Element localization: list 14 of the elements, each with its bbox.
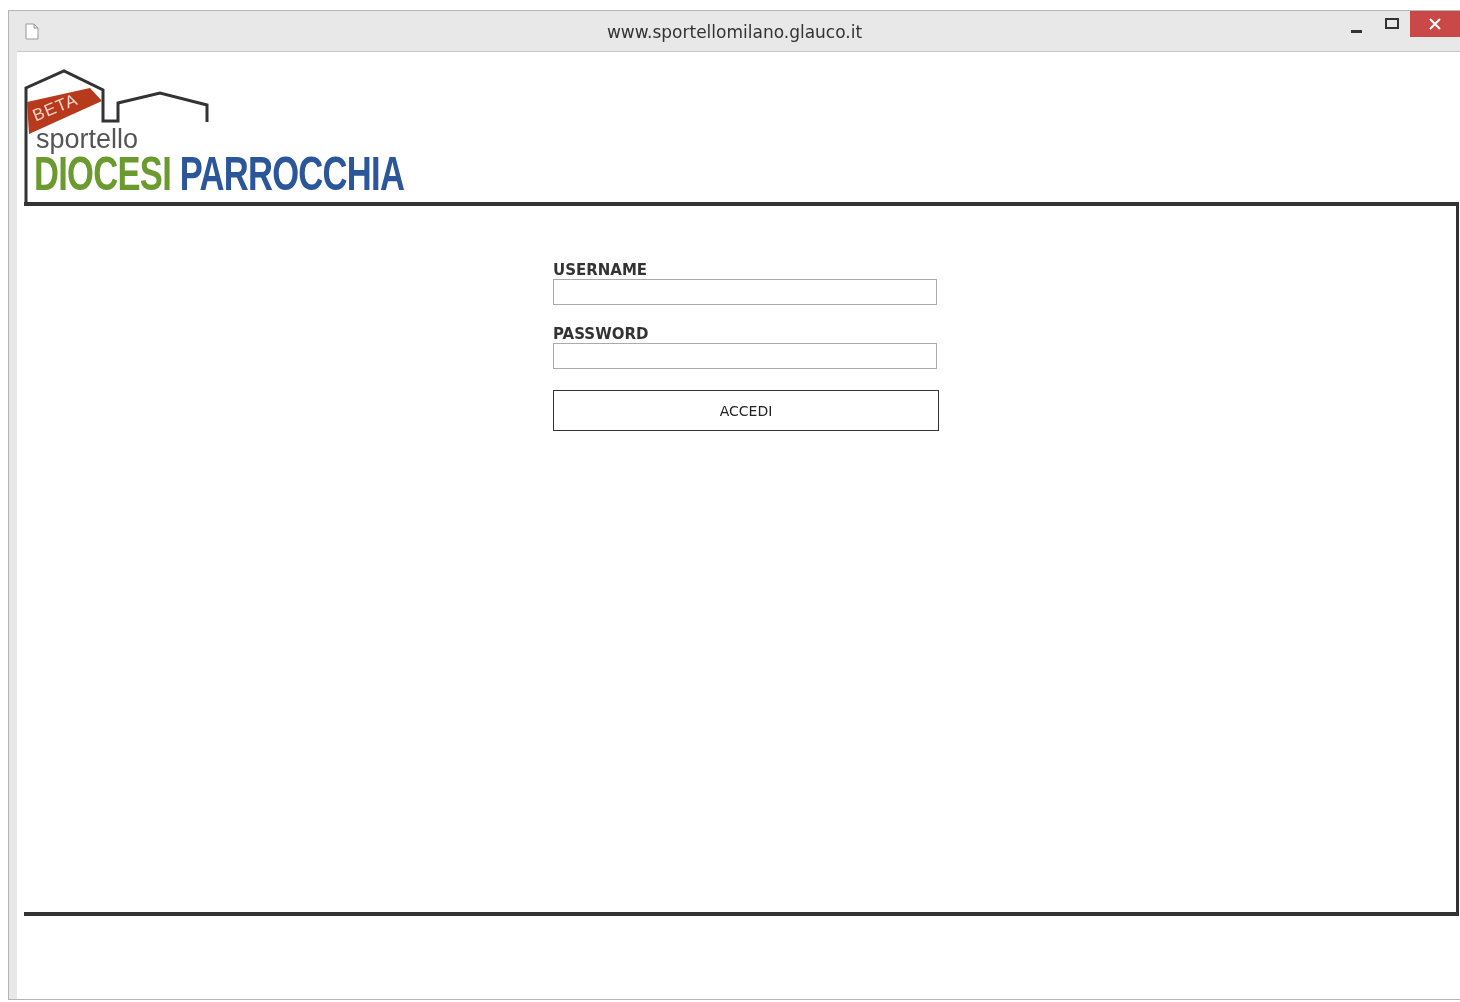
window-title: www.sportellomilano.glauco.it: [606, 22, 863, 42]
logo-tagline: sportello: [36, 126, 139, 153]
field-label: USERNAME: [553, 261, 649, 279]
minimize-icon: [1350, 29, 1362, 33]
close-button[interactable]: [1410, 11, 1460, 37]
logo-word: PARROCCHIA: [179, 150, 405, 198]
login-button[interactable]: ACCEDI: [553, 390, 939, 431]
maximize-icon: [1385, 18, 1399, 30]
input-field[interactable]: [553, 279, 937, 305]
close-icon: [1429, 18, 1441, 30]
page-icon: [25, 22, 39, 40]
input-field[interactable]: [553, 343, 937, 369]
field-label: PASSWORD: [553, 325, 650, 343]
beta-label: BETA: [29, 89, 82, 127]
